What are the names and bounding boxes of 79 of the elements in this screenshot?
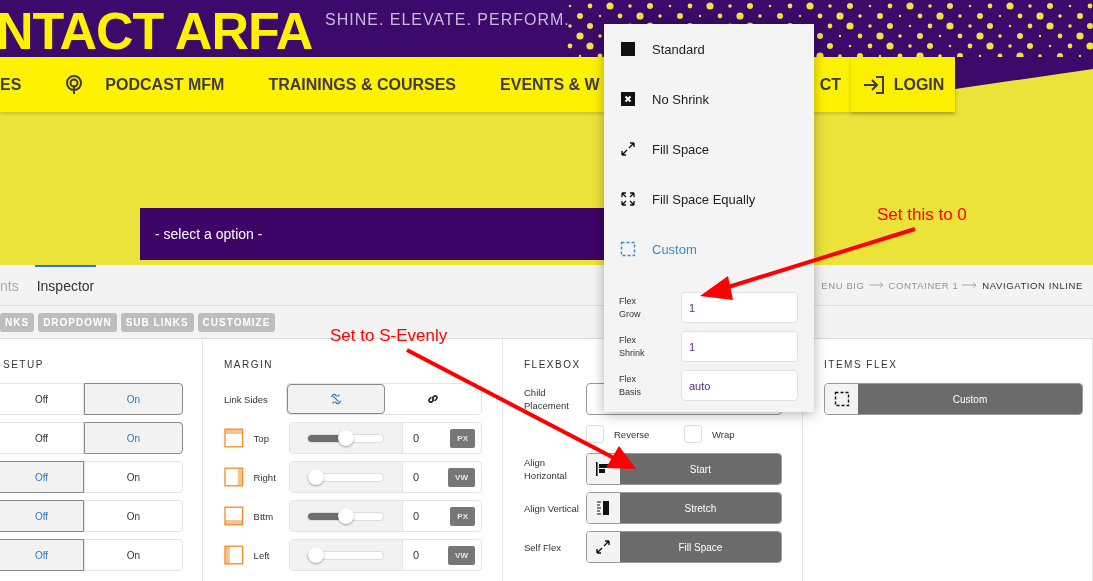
toggle-option[interactable]: Off (0, 539, 84, 571)
toggle-option[interactable]: On (84, 539, 183, 571)
expand-icon (620, 141, 636, 157)
toggle-option[interactable]: On (84, 383, 183, 415)
align-stretch-icon (595, 500, 612, 516)
menu-item[interactable]: No Shrink (604, 74, 814, 124)
field-label: Right (253, 471, 277, 483)
field-label: Link Sides (224, 393, 269, 405)
link-icon (425, 392, 440, 406)
toggle-option[interactable]: On (84, 500, 183, 532)
section-heading: FLEXBOX (524, 359, 582, 370)
dashed-square-icon (620, 241, 636, 257)
text-input[interactable]: 1 (681, 292, 798, 323)
text-input[interactable]: auto (681, 370, 798, 401)
toggle-option[interactable]: Off (0, 383, 84, 415)
link-toggle[interactable] (286, 384, 385, 414)
square-x-icon (620, 91, 636, 107)
field-label: Child Placement (524, 386, 570, 412)
checkbox-label: Reverse (614, 428, 650, 440)
menu-item[interactable]: Fill Space (604, 124, 814, 174)
unlink-icon (328, 392, 343, 406)
field-label: Bttm (253, 510, 275, 522)
unit-label[interactable]: PX (450, 506, 475, 526)
checkbox[interactable] (586, 425, 604, 443)
slider-thumb[interactable] (308, 468, 325, 485)
panel-tab[interactable]: Inspector (34, 265, 97, 305)
tagline: SHINE. ELEVATE. PERFORM. (325, 11, 570, 29)
field-label: Flex Basis (619, 372, 642, 399)
section-heading: ITEMS FLEX (824, 359, 899, 370)
field-label: Flex Grow (619, 294, 642, 321)
field-label: Top (253, 432, 270, 444)
annotation-text: Set to S-Evenly (330, 326, 448, 346)
toggle-option[interactable]: Off (0, 461, 84, 493)
option-dropdown[interactable]: Start (585, 453, 782, 485)
text-input[interactable]: 1 (681, 331, 798, 362)
nav-link[interactable]: PODCAST MFM (65, 74, 225, 95)
field-label: Self Flex (524, 540, 562, 554)
checkbox-label: Wrap (712, 428, 735, 440)
podcast-icon (65, 74, 84, 95)
arrow-icon (868, 282, 885, 288)
margin-side-icon (224, 467, 244, 487)
section-heading: MARGIN (224, 359, 274, 370)
unit-label[interactable]: PX (450, 428, 475, 448)
option-dropdown[interactable]: Fill Space (585, 531, 782, 563)
login-icon (861, 74, 886, 95)
unit-label[interactable]: VW (448, 467, 475, 487)
expand-icon (595, 539, 612, 555)
margin-side-icon (224, 506, 244, 526)
field-label: Flex Shrink (619, 333, 646, 360)
margin-side-icon (224, 428, 244, 448)
site-title: NTACT ARFA (0, 5, 313, 57)
option-dropdown[interactable]: Custom (824, 383, 1083, 415)
slider-thumb[interactable] (337, 507, 354, 524)
toggle-option[interactable]: On (84, 461, 183, 493)
field-label: Align Vertical (524, 501, 580, 515)
nav-link[interactable]: ES (0, 75, 22, 94)
login-button[interactable]: LOGIN (851, 57, 955, 112)
field-label: Align Horizontal (524, 456, 568, 482)
breadcrumb-item[interactable]: NAVIGATION INLINE (982, 279, 1083, 291)
menu-item[interactable]: Standard (604, 24, 814, 74)
dashed-square-icon (833, 391, 850, 407)
toggle-option[interactable]: Off (0, 422, 84, 454)
section-heading: SETUP (3, 359, 45, 370)
unit-label[interactable]: VW (448, 545, 475, 565)
nav-link[interactable]: CT (819, 75, 841, 94)
square-icon (620, 41, 636, 57)
margin-side-icon (224, 545, 244, 565)
slider-thumb[interactable] (337, 429, 354, 446)
nav-link[interactable]: EVENTS & W (500, 75, 600, 94)
annotation-text: Set this to 0 (877, 205, 967, 225)
slider-thumb[interactable] (308, 546, 325, 563)
nav-link[interactable]: TRAININGS & COURSES (268, 75, 457, 94)
field-label: Left (253, 549, 271, 561)
toggle-option[interactable]: Off (0, 500, 84, 532)
option-dropdown[interactable]: Stretch (585, 492, 782, 524)
toggle-option[interactable]: On (84, 422, 183, 454)
checkbox[interactable] (684, 425, 702, 443)
corner-arrows-icon (620, 191, 636, 207)
arrow-icon (962, 282, 979, 288)
